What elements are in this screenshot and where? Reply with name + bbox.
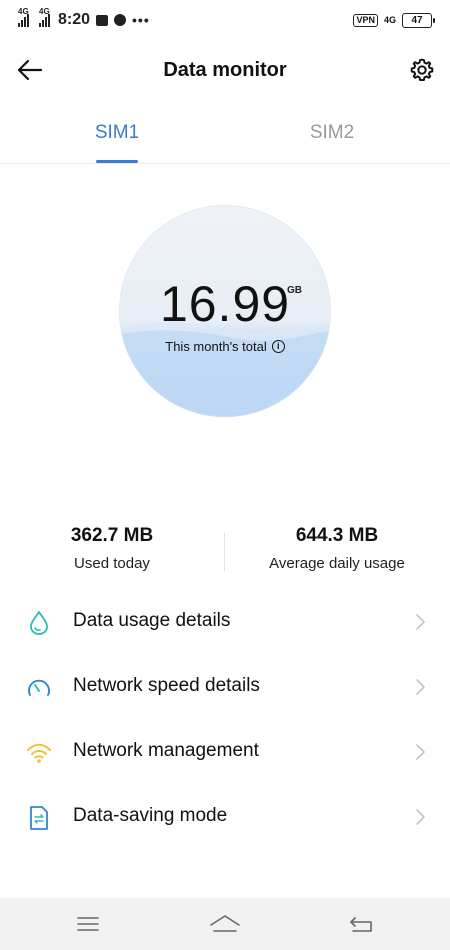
menu-label: Network management — [73, 740, 259, 761]
monthly-total-label: This month's total — [165, 339, 267, 354]
battery-icon: 47 — [402, 12, 435, 28]
chevron-right-icon — [416, 679, 425, 695]
home-icon — [210, 915, 240, 932]
menu-item-data-usage-details[interactable]: Data usage details — [0, 590, 450, 655]
network-type-label: 4G — [18, 7, 29, 16]
email-icon — [96, 14, 109, 26]
menu-label: Data-saving mode — [73, 805, 228, 826]
wifi-icon — [26, 740, 52, 766]
message-icon — [114, 14, 127, 26]
menu-icon — [77, 917, 99, 931]
gear-icon — [410, 58, 434, 81]
stat-divider — [224, 533, 225, 571]
data-usage-gauge[interactable]: 16.99 GB This month's total i — [119, 205, 331, 417]
system-nav-bar — [0, 898, 450, 950]
monthly-total-unit: GB — [287, 285, 302, 296]
mobile-data-icon: 4G — [383, 15, 396, 25]
status-bar: 4G 4G 8:20 ••• VPN 4G 47 — [0, 0, 450, 40]
used-today-label: Used today — [74, 555, 150, 572]
menu-list: Data usage details Network speed details… — [0, 590, 450, 850]
network-type-label: 4G — [39, 7, 50, 16]
monthly-total-caption: This month's total i — [119, 339, 331, 354]
chevron-right-icon — [416, 744, 425, 760]
menu-label: Network speed details — [73, 675, 260, 696]
usage-stats: 362.7 MB Used today 644.3 MB Average dai… — [0, 525, 450, 585]
average-daily-value: 644.3 MB — [295, 525, 379, 546]
back-icon — [350, 917, 372, 932]
signal-icon: 4G — [39, 7, 50, 27]
tab-indicator — [96, 160, 138, 163]
stat-used-today: 362.7 MB Used today — [12, 525, 212, 572]
tab-sim1[interactable]: SIM1 — [62, 122, 172, 144]
sim-tabs: SIM1 SIM2 — [0, 108, 450, 164]
stat-average-daily: 644.3 MB Average daily usage — [237, 525, 437, 572]
nav-menu-button[interactable] — [68, 910, 108, 938]
data-saving-file-icon — [26, 805, 52, 831]
vpn-icon: VPN — [353, 13, 378, 27]
menu-item-data-saving-mode[interactable]: Data-saving mode — [0, 785, 450, 850]
tab-sim2[interactable]: SIM2 — [277, 122, 387, 144]
signal-icon: 4G — [18, 7, 29, 27]
menu-item-network-speed-details[interactable]: Network speed details — [0, 655, 450, 720]
droplet-icon — [26, 610, 52, 636]
back-button[interactable] — [14, 54, 46, 86]
app-header: Data monitor — [0, 40, 450, 100]
info-icon[interactable]: i — [271, 340, 285, 353]
monthly-total-value: 16.99 — [159, 276, 291, 332]
menu-item-network-management[interactable]: Network management — [0, 720, 450, 785]
speedometer-icon — [26, 675, 52, 701]
status-left: 4G 4G 8:20 ••• — [18, 7, 150, 29]
chevron-right-icon — [416, 614, 425, 630]
nav-home-button[interactable] — [205, 910, 245, 938]
nav-back-button[interactable] — [342, 910, 382, 938]
settings-button[interactable] — [406, 54, 438, 86]
average-daily-label: Average daily usage — [269, 555, 405, 572]
arrow-left-icon — [17, 59, 43, 81]
chevron-right-icon — [416, 809, 425, 825]
status-right: VPN 4G 47 — [353, 12, 435, 28]
page-title: Data monitor — [163, 58, 287, 81]
used-today-value: 362.7 MB — [70, 525, 154, 546]
menu-label: Data usage details — [73, 610, 231, 631]
status-time: 8:20 — [58, 11, 91, 28]
more-icon: ••• — [132, 12, 150, 28]
